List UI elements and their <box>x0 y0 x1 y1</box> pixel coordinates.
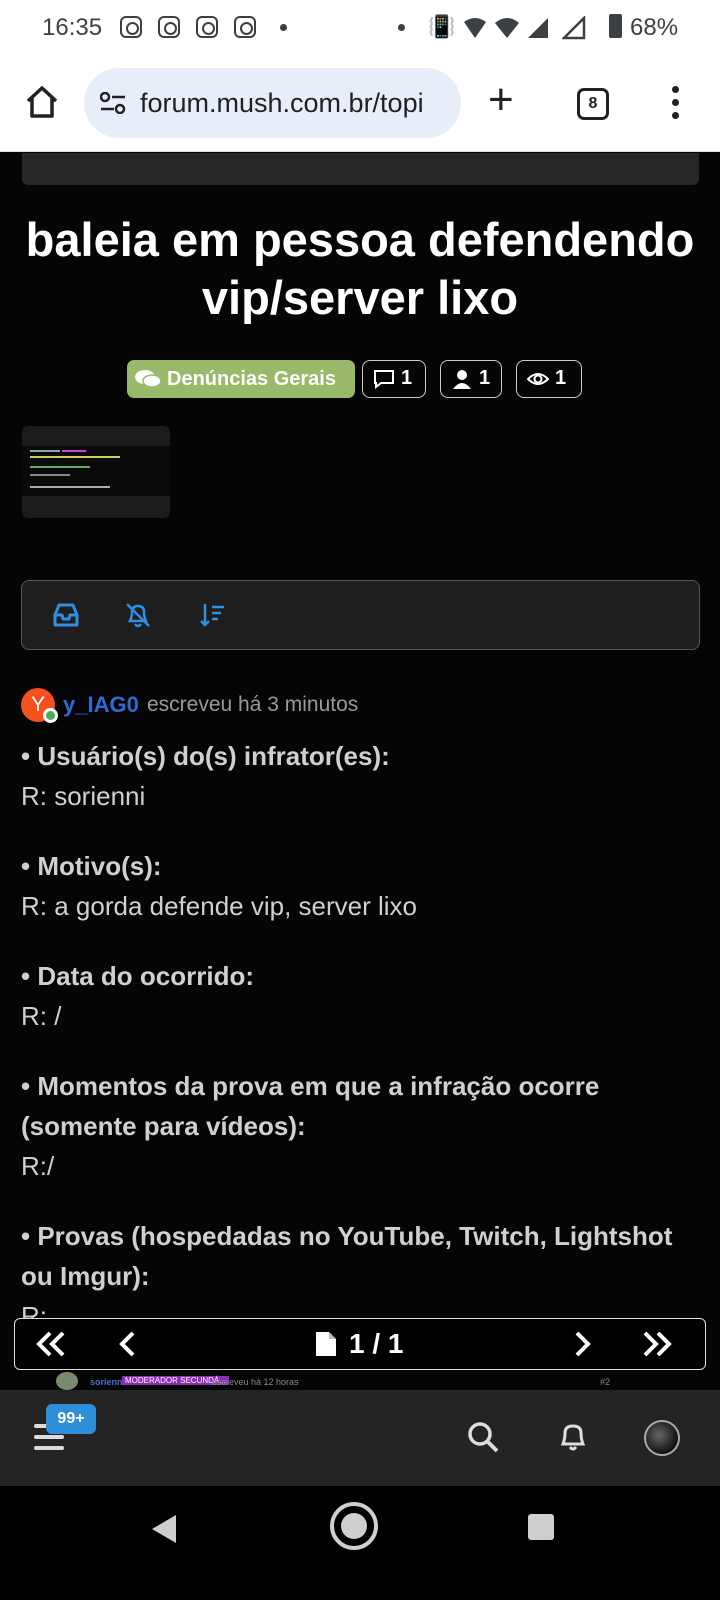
file-icon <box>316 1332 336 1356</box>
topic-title: baleia em pessoa defendendo vip/server l… <box>25 213 695 324</box>
posters-count: 1 <box>479 367 491 389</box>
new-tab-icon[interactable]: + <box>488 78 514 122</box>
back-icon[interactable] <box>152 1515 176 1543</box>
status-time: 16:35 <box>42 14 103 41</box>
url-text[interactable]: forum.mush.com.br/topi <box>140 88 450 119</box>
author-link[interactable]: y_IAG0 <box>63 692 139 718</box>
field-question: • Motivo(s): <box>21 851 162 881</box>
wifi-icon <box>495 18 519 38</box>
topic-meta: Denúncias Gerais 1 1 1 <box>0 360 720 398</box>
field-question: • Provas (hospedadas no YouTube, Twitch,… <box>21 1221 673 1291</box>
page-indicator-text: 1 / 1 <box>349 1328 404 1359</box>
field-answer: R: sorienni <box>21 781 146 811</box>
status-bar: 16:35 📳 68% <box>0 0 720 56</box>
wifi-call-icon <box>464 18 486 38</box>
home-icon[interactable] <box>24 84 60 120</box>
page-indicator[interactable]: 1 / 1 <box>315 1327 403 1361</box>
next-page-icon[interactable] <box>565 1327 601 1361</box>
topic-toolbar <box>21 580 700 650</box>
topic-header-bar <box>22 153 699 185</box>
bell-slash-icon[interactable] <box>124 601 152 629</box>
instagram-icon <box>158 16 180 38</box>
tab-switcher-button[interactable]: 8 <box>577 88 609 120</box>
thumbnail-image <box>22 446 170 496</box>
battery-icon <box>609 14 622 38</box>
post-body: • Usuário(s) do(s) infrator(es): R: sori… <box>21 736 701 1336</box>
site-settings-icon[interactable] <box>100 92 126 114</box>
field-answer: R: / <box>21 1001 62 1031</box>
home-button-icon[interactable] <box>330 1502 378 1550</box>
sort-icon[interactable] <box>198 601 226 629</box>
dot-icon <box>398 24 405 31</box>
attachment-thumbnail[interactable] <box>22 426 170 518</box>
page-content: baleia em pessoa defendendo vip/server l… <box>0 153 720 1398</box>
instagram-icon <box>234 16 256 38</box>
field-answer: R:/ <box>21 1151 55 1181</box>
system-nav-bar <box>0 1486 720 1600</box>
instagram-icon <box>120 16 142 38</box>
comment-icon <box>374 370 394 389</box>
posts-count-badge: 1 <box>362 360 426 398</box>
avatar[interactable] <box>56 1372 78 1390</box>
next-post-meta: escreveu há 12 horas <box>212 1377 299 1387</box>
user-icon <box>453 370 471 389</box>
prev-page-icon[interactable] <box>109 1327 145 1361</box>
more-notifications-icon <box>280 24 287 31</box>
category-label: Denúncias Gerais <box>167 368 336 390</box>
next-post-index: #2 <box>600 1377 611 1387</box>
inbox-icon[interactable] <box>52 601 80 629</box>
signal-icon <box>562 16 586 40</box>
comments-icon <box>135 370 161 388</box>
field-question: • Usuário(s) do(s) infrator(es): <box>21 741 390 771</box>
eye-icon <box>527 373 549 385</box>
user-avatar[interactable] <box>644 1420 680 1456</box>
signal-icon <box>528 18 548 38</box>
search-icon[interactable] <box>466 1420 500 1454</box>
bell-icon[interactable] <box>556 1420 590 1454</box>
more-options-icon[interactable] <box>672 86 680 122</box>
first-page-icon[interactable] <box>33 1327 69 1361</box>
next-post-author[interactable]: sorienni <box>90 1377 125 1387</box>
field-answer: R: a gorda defende vip, server lixo <box>21 891 417 921</box>
battery-percent: 68% <box>630 14 679 41</box>
vibrate-icon: 📳 <box>428 14 456 39</box>
bottom-app-bar: 99+ <box>0 1390 720 1486</box>
posters-count-badge: 1 <box>440 360 502 398</box>
views-count: 1 <box>555 367 567 389</box>
recent-apps-icon[interactable] <box>528 1514 554 1540</box>
online-status-icon <box>43 708 58 723</box>
last-page-icon[interactable] <box>639 1327 675 1361</box>
browser-toolbar: forum.mush.com.br/topi + 8 <box>0 56 720 152</box>
category-badge[interactable]: Denúncias Gerais <box>127 360 355 398</box>
field-question: • Momentos da prova em que a infração oc… <box>21 1071 600 1141</box>
post-timestamp[interactable]: escreveu há 3 minutos <box>147 693 358 717</box>
pagination-bar: 1 / 1 <box>14 1318 706 1370</box>
post-header: Y y_IAG0 escreveu há 3 minutos <box>21 688 701 724</box>
field-question: • Data do ocorrido: <box>21 961 254 991</box>
instagram-icon <box>196 16 218 38</box>
posts-count: 1 <box>401 367 413 389</box>
views-count-badge: 1 <box>516 360 582 398</box>
notification-count-badge: 99+ <box>46 1404 96 1434</box>
next-post-preview: sorienni MODERADOR SECUNDÁ... escreveu h… <box>0 1372 720 1390</box>
address-bar[interactable]: forum.mush.com.br/topi <box>84 68 461 138</box>
